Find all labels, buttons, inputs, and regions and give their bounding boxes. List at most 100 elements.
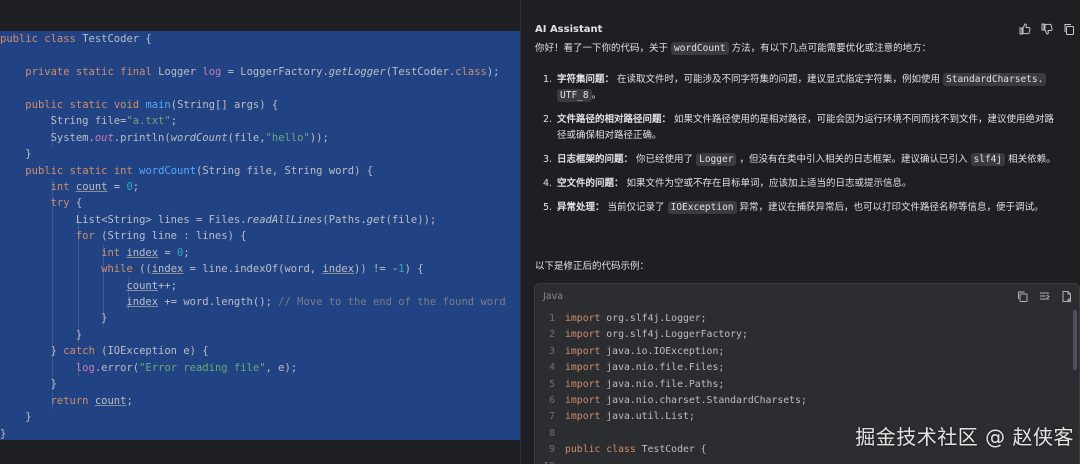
indent-guide [52, 244, 54, 262]
code-line[interactable] [0, 80, 520, 96]
code-lines[interactable]: public class TestCoder { private static … [0, 31, 520, 442]
code-line[interactable]: } [0, 409, 520, 425]
list-item: 1. 字符集问题： 在读取文件时，可能涉及不同字符集的问题，建议显式指定字符集，… [543, 72, 1078, 104]
code-line[interactable]: for (String line : lines) { [0, 228, 520, 245]
code-line[interactable]: } catch (IOException e) { [0, 343, 520, 360]
code-line[interactable]: log.error("Error reading file", e); [0, 359, 520, 377]
code-text: java.io.IOException; [600, 345, 725, 357]
code-line[interactable]: public static int wordCount(String file,… [0, 163, 520, 179]
code-block-line: 3 import java.io.IOException; [535, 344, 1079, 360]
code-block-line: 1 import org.slf4j.Logger; [535, 311, 1079, 327]
code-line-text: int count = 0; [50, 180, 140, 193]
indent-guide [102, 294, 104, 311]
suggestion-list: 1. 字符集问题： 在读取文件时，可能涉及不同字符集的问题，建议显式指定字符集，… [543, 72, 1078, 224]
list-item-number: 2. [543, 114, 553, 125]
code-line[interactable]: while ((index = line.indexOf(word, index… [0, 261, 520, 278]
indent-guide [52, 113, 54, 130]
list-item: 4. 空文件的问题： 如果文件为空或不存在目标单词，应该加上适当的日志或提示信息… [543, 176, 1078, 192]
indent-guide [102, 310, 104, 327]
code-line[interactable]: } [0, 426, 520, 442]
indent-guide [52, 277, 54, 294]
list-item-title: 文件路径的相对路径问题： [557, 114, 672, 125]
copy-icon[interactable] [1016, 290, 1029, 303]
code-line-text: } [0, 427, 7, 440]
code-block-line: 5 import java.nio.file.Paths; [535, 377, 1079, 393]
code-line-text: return count; [50, 394, 133, 407]
code-line[interactable]: } [0, 310, 520, 327]
editor-bottom-area [0, 440, 520, 464]
indent-guide [77, 310, 79, 327]
indent-guide [52, 195, 54, 212]
copy-icon[interactable] [1062, 22, 1076, 36]
line-number: 1 [549, 313, 555, 324]
code-line-text: count++; [126, 279, 178, 292]
assistant-title: AI Assistant [535, 24, 603, 35]
intro-text: 你好！看了一下你的代码，关于 [535, 43, 669, 54]
list-item-text: 当前仅记录了 [607, 202, 665, 213]
code-line[interactable]: return count; [0, 392, 520, 410]
code-line[interactable]: System.out.println(wordCount(file,"hello… [0, 129, 520, 147]
code-line-text: String file="a.txt"; [0, 115, 178, 128]
code-line[interactable]: try { [0, 195, 520, 212]
code-text: java.nio.file.Files; [600, 362, 725, 374]
code-line[interactable] [0, 47, 520, 63]
code-line-text: for (String line : lines) { [75, 230, 247, 243]
assistant-intro: 你好！看了一下你的代码，关于 wordCount 方法，有以下几点可能需要优化或… [535, 40, 931, 55]
code-text: java.nio.charset.StandardCharsets; [600, 394, 807, 406]
code-block-scrollbar[interactable] [1073, 310, 1077, 370]
indent-guide [128, 277, 130, 294]
code-block-line: 6 import java.nio.charset.StandardCharset… [535, 393, 1079, 409]
line-number: 5 [549, 378, 555, 390]
code-text: TestCoder { [635, 444, 707, 456]
intro-text-after: 方法，有以下几点可能需要优化或注意的地方： [731, 43, 932, 54]
list-item-number: 4. [543, 178, 553, 189]
code-block-line: 4 import java.nio.file.Files; [535, 360, 1079, 376]
line-number: 9 [549, 444, 555, 456]
thumbs-down-icon[interactable] [1040, 22, 1054, 36]
indent-guide [52, 294, 54, 311]
code-line[interactable]: int index = 0; [0, 244, 520, 262]
code-keyword: import [565, 394, 601, 406]
list-item-text: 如果文件为空或不存在目标单词，应该加上适当的日志或提示信息。 [626, 178, 912, 189]
insert-icon[interactable] [1038, 290, 1051, 303]
code-line[interactable]: int count = 0; [0, 178, 520, 196]
code-editor[interactable]: public class TestCoder { private static … [0, 0, 520, 464]
code-line-text: while ((index = line.indexOf(word, index… [101, 263, 424, 276]
code-keyword: public class [565, 444, 636, 456]
code-keyword: import [565, 313, 601, 324]
code-example-intro: 以下是修正后的代码示例： [535, 261, 650, 272]
code-block-line: 10 [535, 459, 1079, 464]
indent-guide [102, 244, 104, 262]
code-block-toolbar [1016, 290, 1073, 303]
code-line[interactable]: public static void main(String[] args) { [0, 97, 520, 113]
code-line-text: index += word.length(); // Move to the e… [126, 296, 506, 308]
thumbs-up-icon[interactable] [1018, 22, 1032, 36]
code-line[interactable]: } [0, 146, 520, 162]
indent-guide [52, 376, 54, 393]
inline-code-chip: UTF_8 [557, 89, 592, 102]
code-line[interactable]: count++; [0, 277, 520, 294]
ai-assistant-panel: AI Assistant 你好！看了一下你的代码，关于 wordCount 方法… [521, 0, 1080, 464]
code-line-text: } [0, 148, 32, 161]
indent-guide [77, 326, 79, 344]
code-line-text: log.error("Error reading file", e); [75, 361, 298, 374]
code-line-text: } [0, 378, 57, 391]
indent-guide [52, 129, 54, 147]
code-line[interactable]: index += word.length(); // Move to the e… [0, 294, 520, 311]
assistant-actions [1018, 22, 1076, 36]
code-line[interactable]: } [0, 326, 520, 344]
code-line[interactable]: public class TestCoder { [0, 31, 520, 47]
code-text: org.slf4j.LoggerFactory; [600, 329, 748, 341]
code-line[interactable]: } [0, 376, 520, 393]
indent-guide [52, 326, 54, 344]
code-line[interactable]: private static final Logger log = Logger… [0, 64, 520, 80]
list-item-text-mid: ，但没有在类中引入相关的日志框架。建议确认已引入 [739, 154, 968, 165]
code-line-text: int index = 0; [101, 246, 190, 259]
code-line[interactable]: List<String> lines = Files.readAllLines(… [0, 211, 520, 229]
indent-guide [77, 359, 79, 377]
code-language-label: Java [543, 291, 564, 302]
line-number: 7 [549, 411, 555, 423]
code-line[interactable]: String file="a.txt"; [0, 113, 520, 130]
code-line-text: List<String> lines = Files.readAllLines(… [0, 213, 437, 226]
new-file-icon[interactable] [1060, 290, 1073, 303]
